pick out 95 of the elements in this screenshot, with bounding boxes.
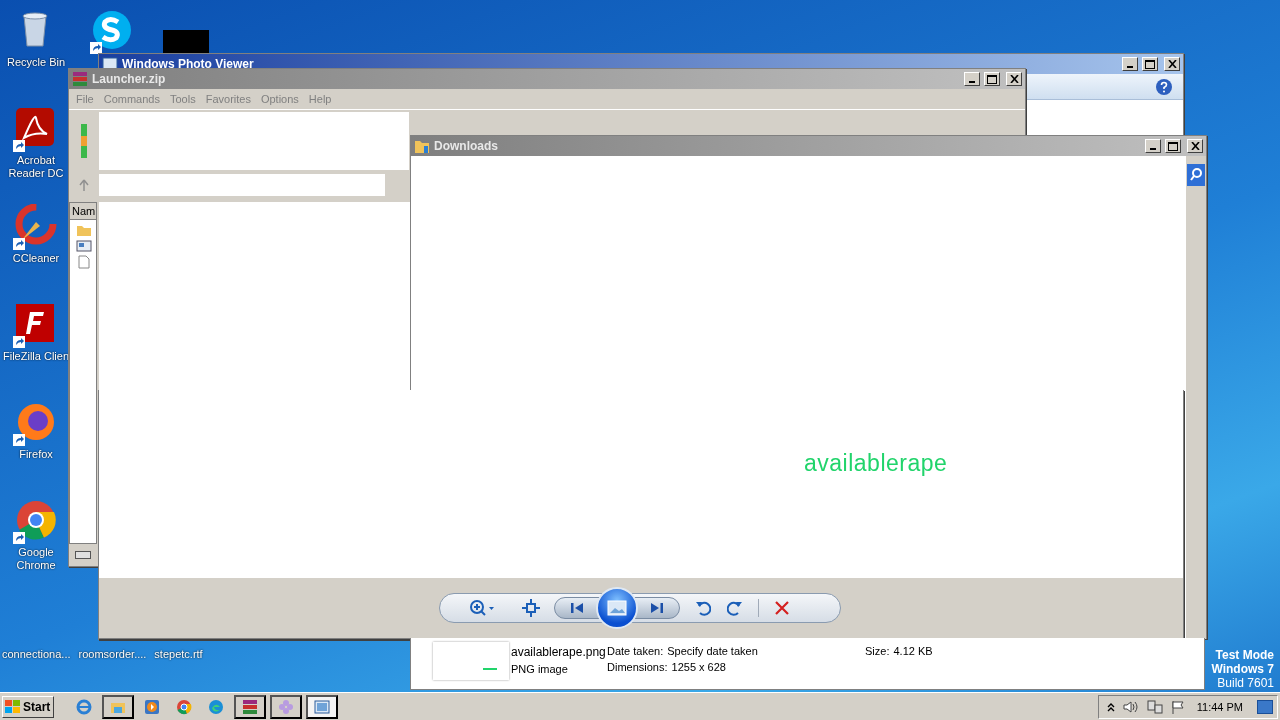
flag-icon[interactable]: [1170, 699, 1185, 714]
next-button[interactable]: [634, 597, 680, 619]
chrome-browser-icon: [176, 698, 192, 715]
close-icon: [1009, 75, 1019, 83]
drive-icon: [75, 551, 91, 559]
close-button[interactable]: [1006, 72, 1022, 86]
fit-window-icon: [522, 599, 540, 617]
search-icon[interactable]: [1187, 164, 1205, 186]
detail-label: Date taken:: [607, 645, 664, 657]
close-icon: [775, 601, 789, 615]
show-desktop-icon[interactable]: [1257, 699, 1273, 714]
close-button[interactable]: [1164, 57, 1180, 71]
next-icon: [650, 602, 664, 614]
document-icon: [76, 255, 92, 269]
shortcut-arrow-icon: [13, 532, 25, 544]
shortcut-arrow-icon: [13, 140, 25, 152]
archive-books-icon: [242, 698, 258, 715]
maximize-button[interactable]: [1142, 57, 1158, 71]
redacted-block: [163, 30, 209, 54]
menu-item[interactable]: Options: [255, 93, 304, 105]
close-icon: [1190, 142, 1200, 150]
chevron-up-icon[interactable]: [1106, 701, 1115, 712]
taskbar-button[interactable]: [234, 694, 266, 719]
path-field[interactable]: [99, 174, 385, 196]
shortcut-arrow-icon: [13, 336, 25, 348]
speaker-icon[interactable]: [1122, 699, 1139, 714]
maximize-icon: [1145, 59, 1155, 69]
maximize-button[interactable]: [984, 72, 1000, 86]
taskbar-button[interactable]: [306, 694, 338, 719]
close-icon: [1167, 60, 1177, 68]
media-player-icon: [144, 698, 160, 715]
desktop-icon-label[interactable]: FileZilla Clien: [3, 350, 69, 363]
menu-item[interactable]: Commands: [98, 93, 165, 105]
desktop-file-label[interactable]: connectiona...: [2, 648, 71, 661]
detail-label: Size:: [865, 645, 890, 657]
close-button[interactable]: [1187, 139, 1203, 153]
desktop-icon-label[interactable]: Google Chrome: [3, 546, 69, 572]
detail-label: Dimensions:: [607, 661, 668, 673]
detail-value: 1255 x 628: [671, 661, 726, 673]
minimize-button[interactable]: [1122, 57, 1138, 71]
image-text: availablerape: [804, 450, 948, 477]
help-icon[interactable]: [1155, 77, 1173, 96]
desktop-file-label[interactable]: roomsorder....: [78, 648, 147, 661]
desktop-icon-label[interactable]: CCleaner: [12, 252, 60, 265]
slideshow-icon: [607, 600, 627, 616]
minimize-button[interactable]: [964, 72, 980, 86]
start-button[interactable]: Start: [2, 695, 54, 718]
file-type: PNG image: [511, 663, 569, 675]
chrome-browser-icon[interactable]: [14, 498, 58, 542]
taskbar-button[interactable]: [102, 694, 134, 719]
shortcut-arrow-icon: [90, 42, 102, 54]
previous-button[interactable]: [554, 597, 600, 619]
shortcut-arrow-icon: [13, 434, 25, 446]
detail-value[interactable]: Specify date taken: [667, 645, 758, 657]
file-name: availablerape.png: [511, 645, 603, 659]
window-title: Windows Photo Viewer: [122, 57, 255, 71]
network-icon[interactable]: [1146, 699, 1163, 714]
rotate-right-icon: [727, 600, 743, 616]
minimize-button[interactable]: [1145, 139, 1161, 153]
slideshow-button[interactable]: [596, 587, 638, 629]
shortcut-arrow-icon: [13, 238, 25, 250]
menu-item[interactable]: Favorites: [200, 93, 256, 105]
system-notice-text: Build 7601: [1217, 676, 1274, 690]
system-notice-text: Windows 7: [1211, 662, 1274, 676]
menu-item[interactable]: File: [71, 93, 99, 105]
archive-books-icon: [72, 71, 88, 87]
edge-browser-icon: [208, 698, 224, 715]
picture-frame-icon: [314, 698, 330, 715]
maximize-icon: [987, 74, 997, 84]
system-notice-text: Test Mode: [1215, 648, 1274, 662]
ie-browser-icon: [76, 698, 92, 715]
zoom-icon: [469, 599, 495, 617]
rotate-left-icon: [695, 600, 711, 616]
maximize-icon: [1168, 141, 1178, 151]
thumbnail-mark-icon: [483, 668, 497, 671]
windows-logo-icon: [5, 699, 21, 714]
taskbar-button[interactable]: [270, 694, 302, 719]
folder-icon: [76, 223, 92, 237]
image-file-icon: [76, 239, 92, 253]
desktop-icon-label[interactable]: Recycle Bin: [6, 56, 66, 69]
toolbar-strip-icon: [81, 124, 87, 158]
clock[interactable]: 11:44 PM: [1196, 700, 1243, 713]
menu-item[interactable]: Help: [303, 93, 337, 105]
window-title: Downloads: [434, 139, 499, 153]
detail-value: 4.12 KB: [893, 645, 933, 657]
window-title: Launcher.zip: [92, 72, 167, 86]
folder-icon: [414, 138, 430, 154]
maximize-button[interactable]: [1165, 139, 1181, 153]
menu-item[interactable]: Tools: [165, 93, 201, 105]
previous-icon: [570, 602, 584, 614]
column-header[interactable]: Nam: [70, 203, 96, 220]
desktop-icon-label[interactable]: Firefox: [19, 448, 53, 461]
desktop-icon-label[interactable]: Acrobat Reader DC: [3, 154, 69, 180]
desktop-file-label[interactable]: stepetc.rtf: [154, 648, 203, 661]
skype-app-icon[interactable]: [90, 10, 134, 50]
